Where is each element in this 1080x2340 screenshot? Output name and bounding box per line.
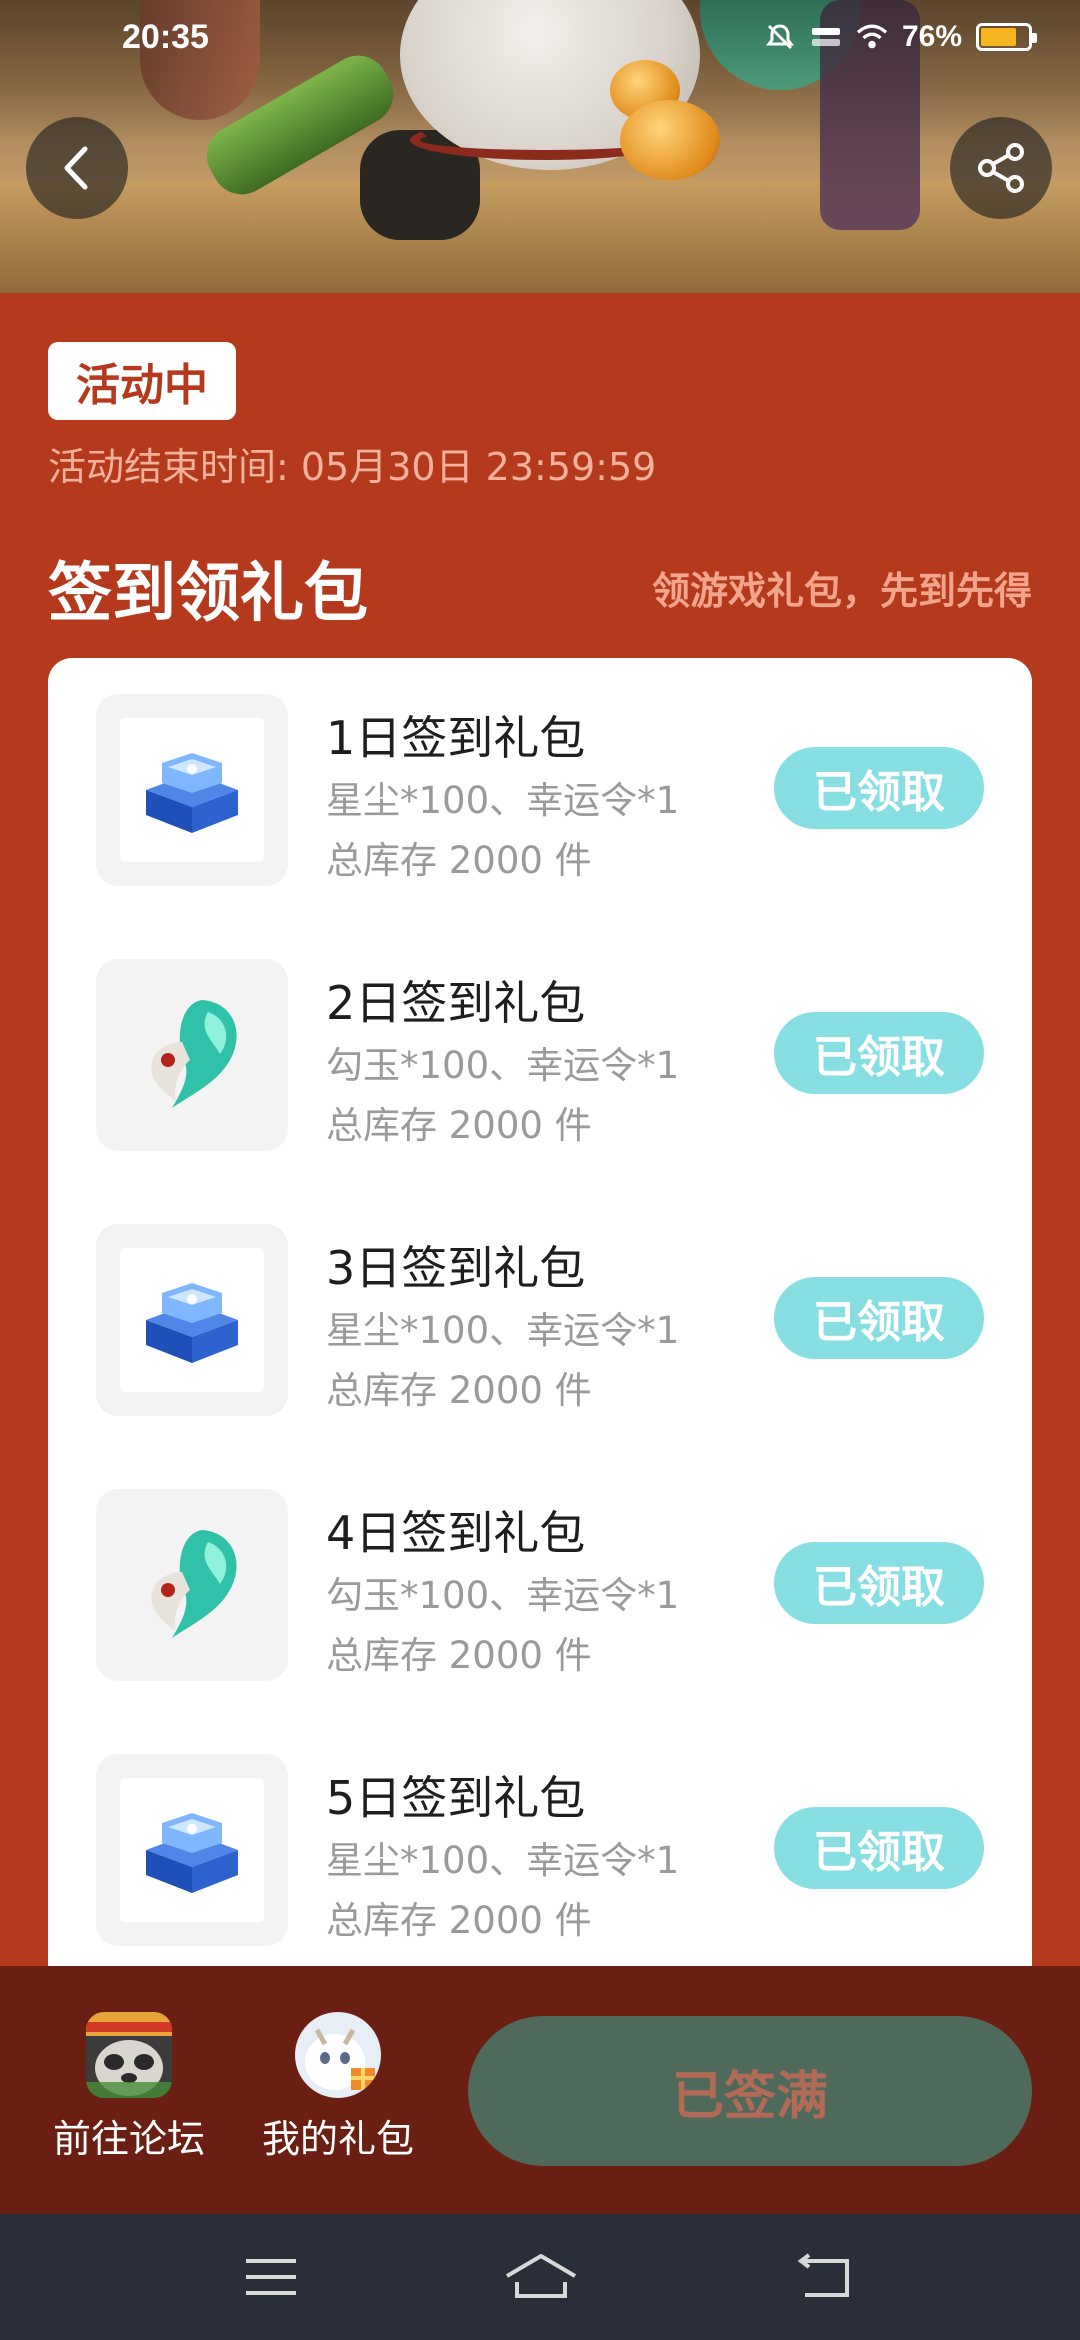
battery-icon [976, 23, 1037, 51]
share-button[interactable] [950, 117, 1052, 219]
section-subtitle: 领游戏礼包，先到先得 [651, 569, 1032, 613]
gift-contents: 勾玉*100、幸运令*1 [326, 1574, 680, 1617]
share-icon [978, 143, 1024, 193]
banner-gourd-large [620, 100, 720, 180]
my-gifts-label: 我的礼包 [261, 2117, 414, 2161]
claimed-button[interactable]: 已领取 [774, 1277, 984, 1359]
wifi-icon [856, 21, 888, 53]
jade-magatama-icon [151, 1530, 237, 1638]
claimed-button[interactable]: 已领取 [774, 1542, 984, 1624]
gift-contents: 星尘*100、幸运令*1 [326, 779, 680, 822]
my-gifts-button[interactable]: 我的礼包 [253, 2012, 423, 2163]
network-speed-icon [810, 21, 842, 53]
gift-stock: 总库存 2000 件 [326, 1634, 592, 1677]
gift-name: 1日签到礼包 [326, 711, 586, 765]
gift-thumbnail [96, 959, 288, 1151]
blue-chest-icon [146, 1283, 238, 1363]
gift-contents: 星尘*100、幸运令*1 [326, 1839, 680, 1882]
battery-percent: 76% [901, 20, 962, 53]
mute-bell-icon [764, 21, 796, 53]
nav-home-button[interactable] [496, 2244, 586, 2310]
gift-stock: 总库存 2000 件 [326, 1899, 592, 1942]
gift-contents: 勾玉*100、幸运令*1 [326, 1044, 680, 1087]
gift-row-day-3: 3日签到礼包 星尘*100、幸运令*1 总库存 2000 件 已领取 [48, 1188, 1032, 1453]
gift-thumbnail [96, 1224, 288, 1416]
gift-thumbnail [96, 1489, 288, 1681]
gift-list: 1日签到礼包 星尘*100、幸运令*1 总库存 2000 件 已领取 2日签到礼… [48, 658, 1032, 1968]
chevron-left-icon [64, 146, 88, 190]
blue-chest-icon [146, 1813, 238, 1893]
activity-end-time: 活动结束时间: 05月30日 23:59:59 [48, 445, 657, 489]
menu-icon [246, 2259, 296, 2295]
forum-avatar-icon [86, 2012, 172, 2098]
back-icon [797, 2253, 849, 2297]
back-button[interactable] [26, 117, 128, 219]
gift-name: 2日签到礼包 [326, 976, 586, 1030]
nav-back-button[interactable] [778, 2244, 868, 2310]
gift-name: 3日签到礼包 [326, 1241, 586, 1295]
activity-status-badge: 活动中 [48, 342, 236, 420]
gift-name: 5日签到礼包 [326, 1771, 586, 1825]
home-icon [505, 2254, 577, 2298]
section-title: 签到领礼包 [48, 557, 368, 631]
nav-menu-button[interactable] [226, 2244, 316, 2310]
bottom-action-bar: 前往论坛 我的礼包 已签满 [0, 1966, 1080, 2214]
gift-row-day-1: 1日签到礼包 星尘*100、幸运令*1 总库存 2000 件 已领取 [48, 658, 1032, 923]
gift-stock: 总库存 2000 件 [326, 1104, 592, 1147]
claimed-button[interactable]: 已领取 [774, 747, 984, 829]
jade-magatama-icon [151, 1000, 237, 1108]
system-navigation-bar [0, 2214, 1080, 2340]
status-bar: 20:35 76% [0, 0, 1080, 82]
blue-chest-icon [146, 753, 238, 833]
forum-button[interactable]: 前往论坛 [44, 2012, 214, 2163]
claimed-button[interactable]: 已领取 [774, 1807, 984, 1889]
gift-name: 4日签到礼包 [326, 1506, 586, 1560]
gift-contents: 星尘*100、幸运令*1 [326, 1309, 680, 1352]
gift-row-day-2: 2日签到礼包 勾玉*100、幸运令*1 总库存 2000 件 已领取 [48, 923, 1032, 1188]
claimed-button[interactable]: 已领取 [774, 1012, 984, 1094]
status-icons: 76% [764, 20, 1037, 54]
gift-thumbnail [96, 694, 288, 886]
gift-row-day-5: 5日签到礼包 星尘*100、幸运令*1 总库存 2000 件 已领取 [48, 1718, 1032, 1968]
gift-stock: 总库存 2000 件 [326, 1369, 592, 1412]
forum-label: 前往论坛 [52, 2117, 205, 2161]
status-time: 20:35 [122, 18, 209, 56]
my-gifts-avatar-icon [295, 2012, 381, 2098]
gift-stock: 总库存 2000 件 [326, 839, 592, 882]
gift-row-day-4: 4日签到礼包 勾玉*100、幸运令*1 总库存 2000 件 已领取 [48, 1453, 1032, 1718]
checkin-full-button[interactable]: 已签满 [468, 2016, 1032, 2166]
gift-thumbnail [96, 1754, 288, 1946]
